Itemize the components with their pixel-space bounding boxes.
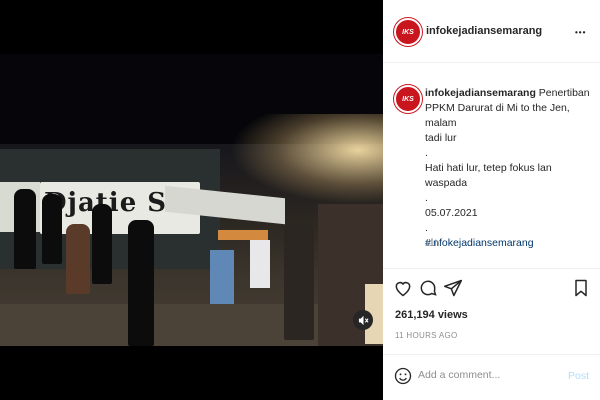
header-username[interactable]: infokejadiansemarang bbox=[426, 25, 542, 37]
caption-avatar[interactable]: IKS bbox=[394, 85, 422, 113]
orange-light bbox=[218, 230, 268, 240]
caption-line: . bbox=[425, 222, 428, 234]
white-board bbox=[250, 240, 270, 288]
comment-form: Post bbox=[383, 354, 600, 400]
comment-button[interactable] bbox=[418, 278, 438, 298]
post-panel: IKS infokejadiansemarang ••• IKS infokej… bbox=[383, 0, 600, 400]
person-silhouette bbox=[14, 189, 36, 269]
paper-plane-icon bbox=[443, 279, 463, 297]
caption-line: Hati hati lur, tetep fokus lan waspada bbox=[425, 162, 552, 189]
heart-icon bbox=[395, 281, 411, 297]
person-silhouette bbox=[66, 224, 90, 294]
caption-line: 05.07.2021 bbox=[425, 207, 478, 219]
caption-line: PPKM Darurat di Mi to the Jen, malam bbox=[425, 102, 570, 129]
avatar-logo-text: IKS bbox=[402, 28, 414, 36]
caption-line-1: infokejadiansemarang Penertiban bbox=[425, 87, 590, 99]
caption-line: . bbox=[425, 147, 428, 159]
person-silhouette bbox=[128, 220, 154, 346]
more-icon: ••• bbox=[575, 28, 587, 37]
like-button[interactable] bbox=[393, 278, 413, 298]
comment-icon bbox=[420, 280, 437, 296]
post-comment-button[interactable]: Post bbox=[568, 370, 589, 382]
caption-line: tadi lur bbox=[425, 132, 457, 144]
more-options-button[interactable]: ••• bbox=[575, 22, 586, 40]
water-spray bbox=[230, 114, 383, 204]
posted-time[interactable]: 11 HOURS AGO bbox=[395, 331, 458, 340]
caption-line: . bbox=[425, 192, 428, 204]
divider bbox=[383, 268, 600, 269]
hashtag-link[interactable]: #infokejadiansemarang bbox=[425, 236, 595, 251]
save-button[interactable] bbox=[571, 278, 591, 298]
view-count[interactable]: 261,194 views bbox=[395, 309, 468, 321]
avatar[interactable]: IKS bbox=[394, 18, 422, 46]
mute-button[interactable] bbox=[353, 310, 373, 330]
person-silhouette bbox=[42, 194, 62, 264]
bookmark-icon bbox=[575, 279, 587, 297]
comment-input[interactable] bbox=[418, 369, 558, 381]
person-silhouette bbox=[284, 224, 314, 340]
avatar-logo-text: IKS bbox=[402, 95, 414, 103]
video-player[interactable]: Djatie Steak bbox=[0, 54, 383, 346]
post-header: IKS infokejadiansemarang ••• bbox=[383, 0, 600, 63]
smiley-icon bbox=[394, 367, 412, 385]
person-silhouette bbox=[92, 204, 112, 284]
caption-username[interactable]: infokejadiansemarang bbox=[425, 87, 536, 99]
blue-board bbox=[210, 250, 234, 310]
caption: infokejadiansemarang Penertiban PPKM Dar… bbox=[425, 86, 595, 251]
emoji-button[interactable] bbox=[393, 366, 413, 386]
speaker-muted-icon bbox=[358, 315, 369, 325]
caption-timestamp: 11h bbox=[425, 238, 440, 248]
media-area: Djatie Steak bbox=[0, 0, 383, 400]
share-button[interactable] bbox=[443, 278, 463, 298]
